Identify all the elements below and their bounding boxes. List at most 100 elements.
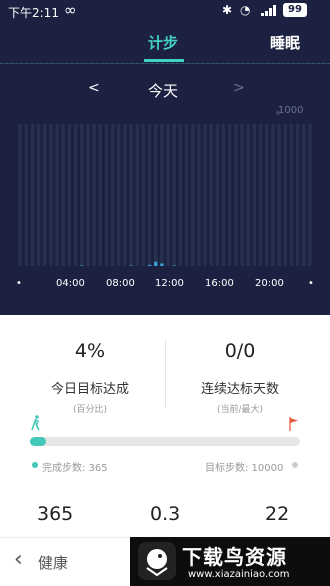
bluetooth-icon: ✱: [222, 3, 233, 17]
chart-column-bg: [73, 124, 78, 266]
chart-column-bg: [240, 124, 244, 266]
chart-column-bg: [147, 124, 152, 266]
chart-bar: [80, 265, 84, 266]
chart-column-bg: [209, 124, 213, 266]
chart-column-bg: [24, 124, 28, 266]
chart-column-bg: [129, 124, 133, 266]
date-navigator: < 今天 >: [0, 80, 330, 102]
chart-column-bg: [258, 124, 263, 266]
goal-dot: [292, 462, 298, 468]
chart-column-bg: [135, 124, 139, 266]
walker-icon: [31, 415, 40, 431]
chart-bar: [154, 261, 158, 266]
watermark: 下载鸟资源 www.xiazainiao.com: [130, 537, 330, 586]
progress-fill: [30, 437, 47, 446]
chart-column-bg: [172, 124, 176, 266]
chart-bar: [129, 265, 133, 266]
streak-label: 连续达标天数: [200, 382, 279, 397]
chart-column-bg: [246, 124, 250, 266]
chart-bar: [160, 263, 164, 266]
streak-sub: (当前/最大): [216, 405, 264, 415]
chart-column-bg: [98, 124, 102, 266]
calories-total: 22: [265, 503, 290, 525]
x-tick-1600: 16:00: [205, 278, 234, 289]
chart-column-bg: [283, 124, 287, 266]
chart-column-bg: [36, 124, 41, 266]
chart-column-bg: [67, 124, 72, 266]
chart-bar: [172, 265, 176, 266]
chart-column-bg: [277, 124, 281, 266]
hourly-steps-chart: [18, 124, 312, 266]
watermark-url: www.xiazainiao.com: [188, 569, 290, 580]
streak-value: 0/0: [224, 340, 256, 362]
done-dot: [32, 462, 38, 468]
flag-icon: [289, 417, 298, 431]
chart-column-bg: [154, 124, 158, 266]
goal-percent-sub: (百分比): [72, 405, 108, 415]
status-time: 下午2:11: [8, 6, 59, 20]
x-tick-start: •: [16, 278, 22, 289]
chart-column-bg: [86, 124, 90, 266]
chart-column-bg: [302, 124, 306, 266]
done-steps-label: 完成步数: 365: [42, 463, 108, 474]
x-tick-0800: 08:00: [106, 278, 135, 289]
next-day-button[interactable]: >: [233, 80, 245, 96]
chart-column-bg: [252, 124, 257, 266]
goal-percent-label: 今日目标达成: [50, 382, 129, 397]
chart-column-bg: [215, 124, 220, 266]
chart-column-bg: [178, 124, 183, 266]
signal-icon: [261, 5, 276, 16]
chart-column-bg: [160, 124, 164, 266]
wifi-icon: ◔: [240, 3, 251, 17]
chart-column-bg: [308, 124, 312, 266]
infinity-icon: ∞: [64, 1, 77, 19]
chart-column-bg: [61, 124, 65, 266]
back-button[interactable]: 健康: [38, 552, 68, 573]
status-bar: 下午2:11 ∞ ✱ ◔ 99: [0, 0, 330, 22]
x-tick-0400: 04:00: [56, 278, 85, 289]
chart-column-bg: [221, 124, 226, 266]
tab-steps[interactable]: 计步: [148, 32, 178, 53]
x-tick-end: •: [308, 278, 314, 289]
chart-column-bg: [166, 124, 170, 266]
header-panel: 下午2:11 ∞ ✱ ◔ 99 计步 睡眠 < 今天 > 1000 • 04:0…: [0, 0, 330, 315]
watermark-title: 下载鸟资源: [182, 545, 287, 569]
chart-column-bg: [289, 124, 294, 266]
chart-column-bg: [265, 124, 269, 266]
battery-icon: 99: [283, 3, 307, 17]
chart-column-bg: [30, 124, 35, 266]
watermark-logo-icon: [138, 542, 176, 580]
chart-column-bg: [49, 124, 53, 266]
chart-column-bg: [184, 124, 189, 266]
chart-column-bg: [92, 124, 96, 266]
previous-day-button[interactable]: <: [88, 80, 100, 96]
chart-column-bg: [228, 124, 232, 266]
x-tick-2000: 20:00: [255, 278, 284, 289]
summary-stats: 365 0.3 22 计步: [0, 503, 330, 550]
chart-column-bg: [123, 124, 127, 266]
goal-steps-label: 目标步数: 10000: [205, 463, 284, 474]
chart-column-bg: [191, 124, 195, 266]
chart-bar: [147, 264, 152, 266]
chart-column-bg: [55, 124, 59, 266]
chart-column-bg: [117, 124, 121, 266]
chart-column-bg: [104, 124, 109, 266]
tab-sleep[interactable]: 睡眠: [270, 32, 300, 53]
chart-column-bg: [203, 124, 207, 266]
distance-total: 0.3: [150, 503, 181, 525]
chart-column-bg: [80, 124, 84, 266]
chart-column-bg: [110, 124, 115, 266]
chart-column-bg: [271, 124, 275, 266]
back-chevron-icon[interactable]: ‹: [14, 547, 23, 572]
chart-column-bg: [43, 124, 47, 266]
goal-progress: 完成步数: 365 目标步数: 10000: [30, 415, 300, 475]
x-axis: • 04:00 08:00 12:00 16:00 20:00 •: [0, 278, 330, 292]
active-tab-indicator: [144, 59, 184, 62]
chart-column-bg: [18, 124, 22, 266]
chart-column-bg: [234, 124, 238, 266]
chart-column-bg: [141, 124, 146, 266]
goal-percent-value: 4%: [74, 340, 106, 362]
tabs-divider: [0, 63, 330, 64]
progress-track: [30, 437, 300, 446]
date-label: 今天: [148, 82, 179, 100]
